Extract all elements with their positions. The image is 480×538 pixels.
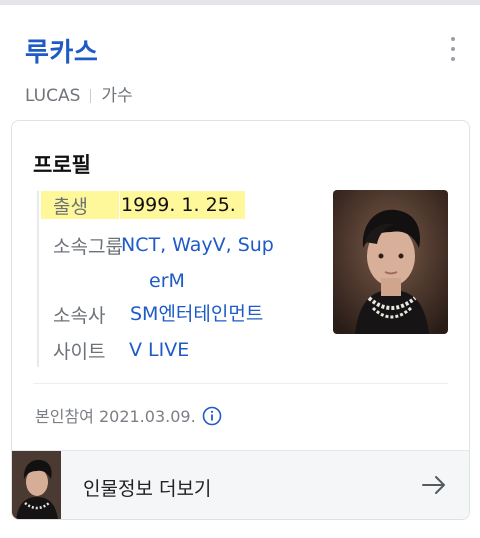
separator [90,89,92,103]
birth-value: 1999. 1. 25. [121,194,236,216]
occupation: 가수 [101,86,133,106]
profile-heading: 프로필 [33,153,91,177]
profile-left-bar [37,191,39,367]
birth-label: 출생 [53,196,88,218]
self-reference-text: 본인참여 2021.03.09. [35,407,196,426]
card-divider [33,383,448,384]
group-value-line1[interactable]: NCT, WayV, Sup [121,231,274,259]
profile-photo[interactable] [333,190,448,334]
info-icon[interactable] [202,406,222,430]
agency-label: 소속사 [53,305,106,327]
arrow-right-icon[interactable] [421,473,447,501]
group-value[interactable]: NCT, WayV, Sup erM [121,231,274,295]
site-label: 사이트 [53,341,106,363]
self-reference-note: 본인참여 2021.03.09. [35,403,222,430]
latin-name: LUCAS [25,86,81,106]
more-vertical-icon[interactable] [444,37,462,65]
knowledge-panel: 루카스 LUCAS 가수 프로필 출생 1999. 1. 25. 소속그룹 NCT… [0,5,480,538]
footer-thumbnail [12,451,61,519]
more-info-label[interactable]: 인물정보 더보기 [83,474,211,501]
group-value-line2[interactable]: erM [149,267,274,295]
person-name[interactable]: 루카스 [25,32,98,69]
site-value[interactable]: V LIVE [129,336,189,364]
group-label: 소속그룹 [53,236,123,258]
profile-card: 프로필 출생 1999. 1. 25. 소속그룹 NCT, WayV, Sup … [11,120,470,520]
agency-value[interactable]: SM엔터테인먼트 [130,300,263,328]
name-subline: LUCAS 가수 [25,81,133,106]
more-info-link[interactable]: 인물정보 더보기 [12,450,469,519]
